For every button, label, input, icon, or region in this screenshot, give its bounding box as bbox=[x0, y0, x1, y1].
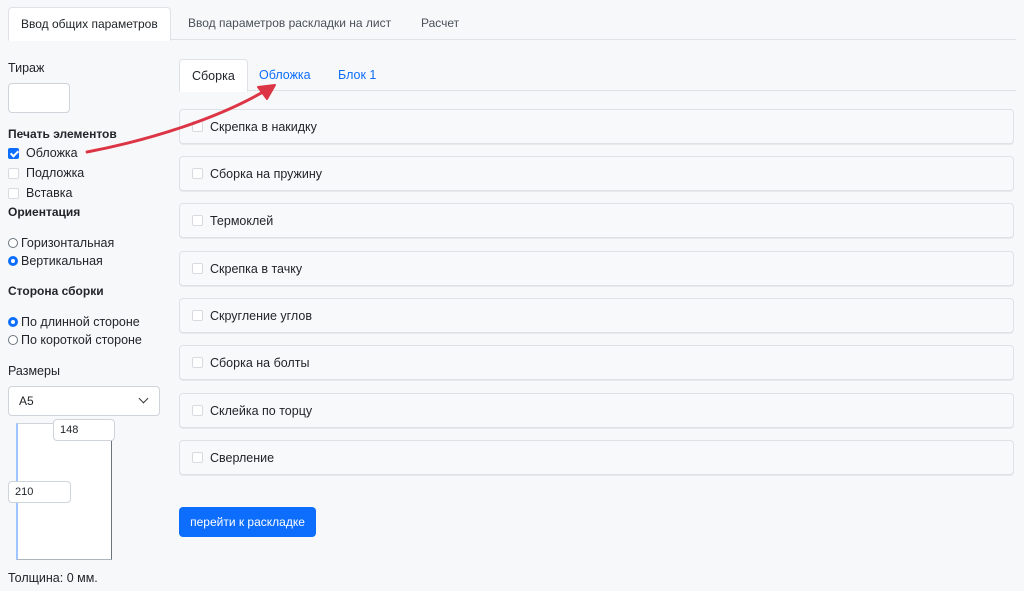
annotation-arrow-icon bbox=[85, 84, 276, 154]
